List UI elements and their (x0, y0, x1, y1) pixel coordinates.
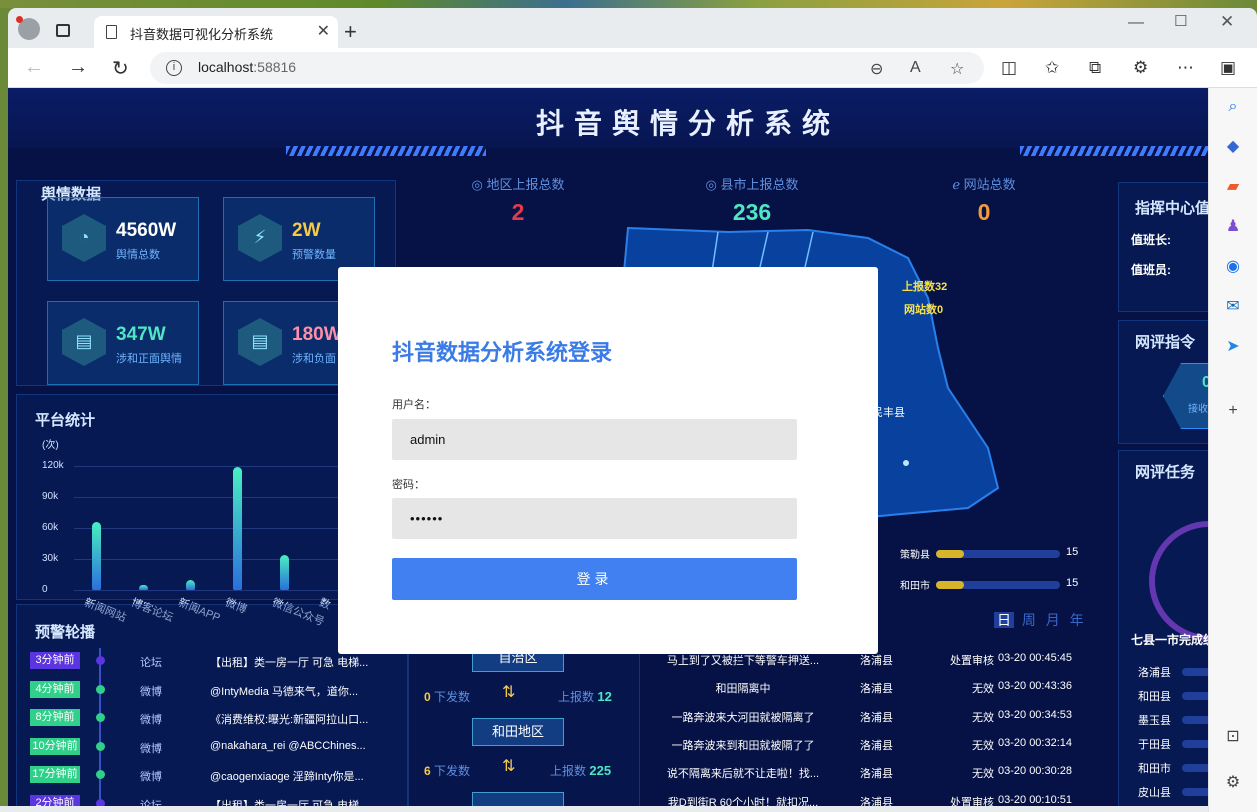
new-tab-icon[interactable]: + (344, 19, 357, 45)
username-input[interactable] (392, 419, 797, 460)
split-screen-icon[interactable]: ◫ (1001, 58, 1017, 78)
url-host: localhost (198, 59, 254, 75)
url-port: :58816 (253, 59, 297, 75)
toolbox-icon[interactable]: ▰ (1222, 176, 1244, 198)
games-icon[interactable]: ♟ (1222, 216, 1244, 238)
minimize-icon[interactable]: — (1128, 14, 1144, 32)
read-aloud-icon[interactable]: A (910, 59, 921, 77)
shopping-tag-icon[interactable]: ◆ (1222, 136, 1244, 158)
extensions-icon[interactable]: ⚙ (1133, 58, 1148, 78)
password-input[interactable] (392, 498, 797, 539)
send-icon[interactable]: ➤ (1222, 336, 1244, 358)
active-tab[interactable]: 抖音数据可视化分析系统 ✕ (94, 16, 338, 48)
tab-bar: 抖音数据可视化分析系统 ✕ + — ☐ ✕ (8, 8, 1257, 48)
site-info-icon[interactable]: i (166, 60, 182, 76)
edge-sidebar: ⌕ ◆ ▰ ♟ ◉ ✉ ➤ + ⊡ ⚙ (1208, 88, 1257, 812)
back-icon[interactable]: ← (24, 56, 44, 79)
profile-avatar-icon[interactable] (16, 16, 40, 40)
tab-actions-icon[interactable] (56, 24, 70, 37)
login-button[interactable]: 登录 (392, 558, 797, 600)
page-viewport: 抖音舆情分析系统 舆情数据 ◔ 4560W 舆情总数 ⚡ 2W 预警数量 ▤ 3… (8, 88, 1208, 806)
username-label: 用户名： (392, 399, 436, 411)
tab-title: 抖音数据可视化分析系统 (130, 27, 274, 42)
favorites-icon[interactable]: ✩ (1045, 58, 1059, 78)
screenshot-icon[interactable]: ⊡ (1222, 726, 1244, 748)
password-label: 密码： (392, 479, 425, 491)
login-dialog: 抖音数据分析系统登录 用户名： 密码： 登录 (338, 267, 878, 654)
login-title: 抖音数据分析系统登录 (392, 340, 613, 365)
maximize-icon[interactable]: ☐ (1174, 12, 1187, 30)
browser-window: 抖音数据可视化分析系统 ✕ + — ☐ ✕ ← → ↻ i localhost:… (0, 0, 1257, 812)
add-sidebar-icon[interactable]: + (1222, 400, 1244, 422)
window-bottom-edge (0, 806, 1208, 812)
close-window-icon[interactable]: ✕ (1220, 12, 1234, 32)
outlook-icon[interactable]: ✉ (1222, 296, 1244, 318)
microsoft365-icon[interactable]: ◉ (1222, 256, 1244, 278)
forward-icon[interactable]: → (68, 56, 88, 79)
address-bar: ← → ↻ i localhost:58816 ⊖ A ☆ ◫ ✩ ⧉ ⚙ ⋯ … (8, 48, 1257, 88)
zoom-icon[interactable]: ⊖ (870, 59, 883, 79)
desktop-wallpaper-strip (0, 0, 1257, 8)
url-field[interactable]: i localhost:58816 ⊖ A ☆ (150, 52, 984, 84)
collections-icon[interactable]: ⧉ (1089, 58, 1101, 78)
page-icon (106, 25, 117, 39)
refresh-icon[interactable]: ↻ (112, 56, 129, 81)
sidebar-toggle-icon[interactable]: ▣ (1220, 58, 1236, 78)
settings-icon[interactable]: ⚙ (1222, 772, 1244, 794)
more-menu-icon[interactable]: ⋯ (1177, 58, 1194, 78)
search-icon[interactable]: ⌕ (1222, 96, 1244, 118)
close-tab-icon[interactable]: ✕ (317, 21, 330, 41)
favorite-star-icon[interactable]: ☆ (950, 59, 964, 79)
